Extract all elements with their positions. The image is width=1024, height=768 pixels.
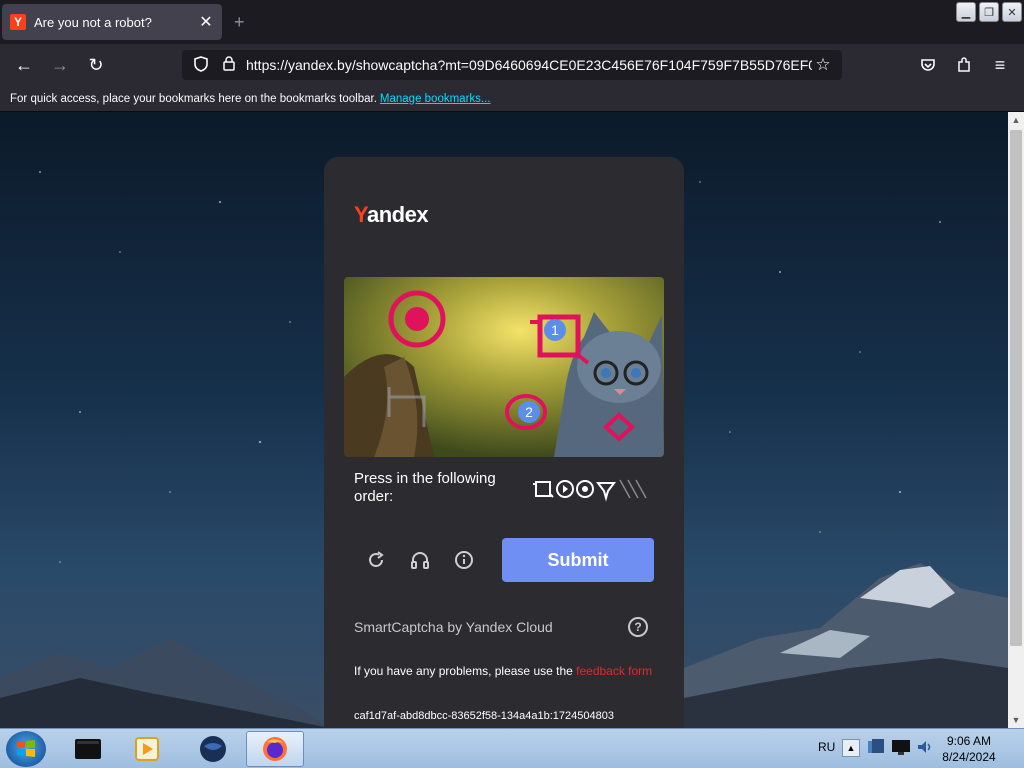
clock-date: 8/24/2024 (942, 750, 996, 764)
taskbar-terminal-icon[interactable] (60, 731, 118, 767)
scroll-down-icon[interactable]: ▼ (1008, 712, 1024, 728)
audio-headphones-icon[interactable] (408, 548, 432, 572)
tray-monitor-icon[interactable] (890, 737, 914, 757)
new-tab-icon[interactable]: + (234, 12, 245, 33)
tray-network-icon[interactable] (866, 737, 886, 757)
tab-close-icon[interactable]: ✕ (198, 12, 214, 32)
bookmarks-toolbar: For quick access, place your bookmarks h… (0, 86, 1024, 112)
smartcaptcha-brand: SmartCaptcha by Yandex Cloud (354, 619, 553, 635)
nav-bar: ← → ↻ https://yandex.by/showcaptcha?mt=0… (0, 44, 1024, 86)
extensions-icon[interactable] (951, 52, 977, 78)
tray-volume-icon[interactable] (916, 738, 934, 756)
help-icon[interactable]: ? (628, 617, 648, 637)
bookmarks-hint-text: For quick access, place your bookmarks h… (10, 92, 377, 105)
menu-icon[interactable]: ≡ (987, 52, 1013, 78)
pocket-icon[interactable] (915, 52, 941, 78)
captcha-instruction: Press in the following order: (354, 470, 496, 505)
image-marker-2: 2 (525, 404, 533, 420)
yandex-logo: Yandex (354, 202, 429, 227)
tab-bar: Y Are you not a robot? ✕ + ▁ ❐ ✕ (0, 0, 1024, 44)
image-marker-1: 1 (551, 322, 559, 338)
tab-active[interactable]: Y Are you not a robot? ✕ (2, 4, 222, 40)
captcha-image[interactable]: 1 2 (344, 277, 664, 457)
start-button[interactable] (6, 731, 46, 767)
url-bar[interactable]: https://yandex.by/showcaptcha?mt=09D6460… (182, 50, 842, 80)
url-text[interactable]: https://yandex.by/showcaptcha?mt=09D6460… (246, 57, 812, 73)
taskbar-globe-icon[interactable] (184, 731, 242, 767)
info-icon[interactable] (452, 548, 476, 572)
language-indicator[interactable]: RU (818, 740, 835, 754)
yandex-favicon-icon: Y (10, 14, 26, 30)
tab-title: Are you not a robot? (34, 14, 152, 30)
taskbar-firefox-icon[interactable] (246, 731, 304, 767)
show-hidden-icons-icon[interactable]: ▲ (842, 739, 860, 757)
scrollbar-thumb[interactable] (1010, 130, 1022, 646)
close-window-button[interactable]: ✕ (1002, 2, 1022, 22)
minimize-button[interactable]: ▁ (956, 2, 976, 22)
windows-logo-icon (17, 740, 35, 757)
system-tray: RU ▲ 9:06 AM 8/24/2024 (810, 729, 1024, 768)
reload-icon[interactable]: ↻ (83, 52, 109, 78)
shield-icon[interactable] (190, 55, 212, 75)
scroll-up-icon[interactable]: ▲ (1008, 112, 1024, 128)
lock-icon[interactable] (218, 56, 240, 74)
back-icon[interactable]: ← (11, 52, 37, 78)
submit-button[interactable]: Submit (502, 538, 654, 582)
restore-button[interactable]: ❐ (979, 2, 999, 22)
feedback-form-link[interactable]: feedback form (576, 664, 652, 678)
refresh-icon[interactable] (364, 548, 388, 572)
clock-time: 9:06 AM (946, 734, 992, 748)
problems-text: If you have any problems, please use the… (354, 664, 653, 678)
captcha-order-hint (532, 476, 652, 507)
vertical-scrollbar[interactable]: ▲ ▼ (1008, 112, 1024, 728)
manage-bookmarks-link[interactable]: Manage bookmarks... (380, 93, 491, 105)
clock[interactable]: 9:06 AM 8/24/2024 (934, 733, 1004, 765)
taskbar: RU ▲ 9:06 AM 8/24/2024 (0, 728, 1024, 768)
forward-icon[interactable]: → (47, 52, 73, 78)
star-icon[interactable]: ☆ (812, 55, 834, 75)
request-id: caf1d7af-abd8dbcc-83652f58-134a4a1b:1724… (354, 710, 614, 722)
taskbar-media-player-icon[interactable] (118, 731, 176, 767)
